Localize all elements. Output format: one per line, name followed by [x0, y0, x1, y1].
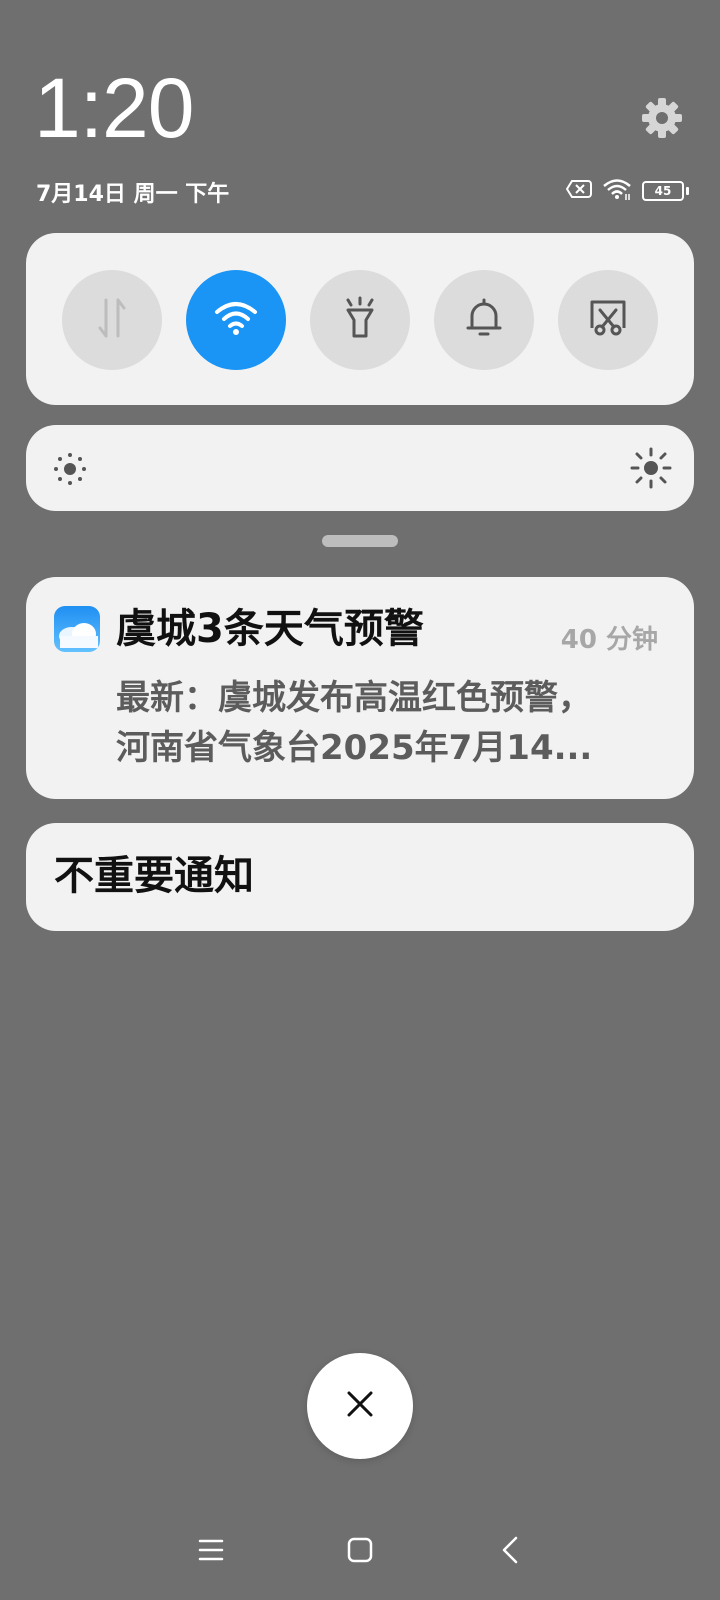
wifi-signal-icon — [602, 178, 632, 204]
menu-icon — [198, 1538, 224, 1566]
sound-toggle[interactable] — [434, 270, 534, 370]
clear-all-button[interactable] — [307, 1353, 413, 1459]
status-icons: 45 — [565, 178, 689, 204]
flashlight-icon — [340, 296, 380, 344]
close-icon — [345, 1389, 375, 1423]
notification-time: 40 分钟 — [560, 625, 658, 655]
nav-back-button[interactable] — [488, 1530, 532, 1574]
battery-icon: 45 — [642, 181, 689, 201]
unimportant-notifications[interactable]: 不重要通知 — [26, 823, 694, 931]
back-chevron-icon — [498, 1535, 522, 1569]
brightness-low-icon — [52, 451, 88, 487]
screenshot-scissors-icon — [588, 298, 628, 342]
nav-home-button[interactable] — [338, 1530, 382, 1574]
weather-notification[interactable]: 虞城3条天气预警 40 分钟 最新：虞城发布高温红色预警， 河南省气象台2025… — [26, 577, 694, 799]
notification-body-line: 河南省气象台2025年7月14... — [116, 728, 593, 768]
screenshot-toggle[interactable] — [558, 270, 658, 370]
notification-shade: 1:20 7月14日 周一 下午 45 虞城3条天气预警 40 分钟 最新：虞城… — [0, 0, 720, 1600]
clock[interactable]: 1:20 — [34, 66, 194, 150]
bell-icon — [464, 296, 504, 344]
mobile-data-arrows-icon — [92, 296, 132, 344]
nav-recents-button[interactable] — [189, 1530, 233, 1574]
gear-icon[interactable] — [640, 96, 684, 140]
quick-settings-panel — [26, 233, 694, 405]
no-sim-icon — [565, 180, 592, 202]
flashlight-toggle[interactable] — [310, 270, 410, 370]
drag-handle[interactable] — [322, 535, 398, 547]
weather-app-icon — [54, 606, 100, 652]
brightness-high-icon — [630, 447, 672, 489]
unimportant-label: 不重要通知 — [54, 853, 254, 899]
battery-level: 45 — [642, 181, 684, 201]
mobile-data-toggle[interactable] — [62, 270, 162, 370]
date-label[interactable]: 7月14日 周一 下午 — [36, 176, 229, 208]
home-square-icon — [346, 1536, 374, 1568]
notification-title: 虞城3条天气预警 — [116, 606, 424, 652]
notification-body-line: 最新：虞城发布高温红色预警， — [116, 678, 592, 718]
brightness-slider[interactable] — [26, 425, 694, 511]
notification-body: 最新：虞城发布高温红色预警， 河南省气象台2025年7月14... — [116, 673, 656, 773]
wifi-toggle[interactable] — [186, 270, 286, 370]
wifi-icon — [214, 300, 258, 340]
